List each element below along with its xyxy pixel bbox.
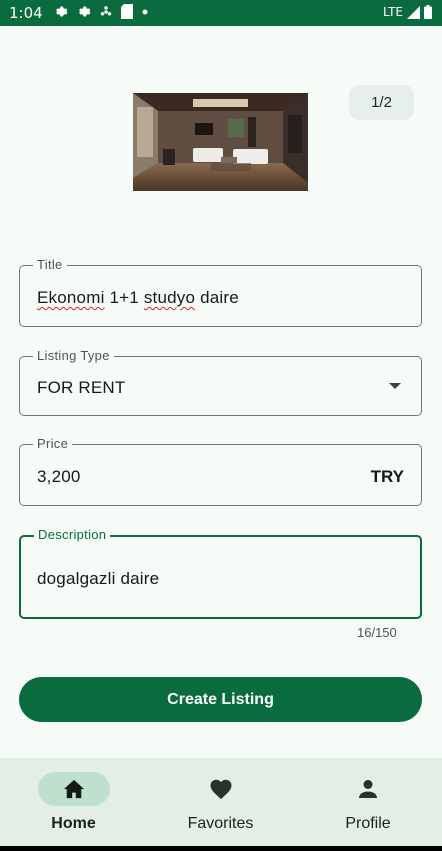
description-value[interactable]: dogalgazli daire (37, 569, 159, 589)
bottom-navigation: Home Favorites Profile (0, 758, 442, 846)
nav-profile[interactable]: Profile (294, 758, 442, 846)
gear-icon (79, 6, 91, 17)
title-field-value[interactable]: Ekonomi 1+1 studyo daire (37, 288, 239, 308)
listing-type-value: FOR RENT (37, 378, 126, 397)
nav-favorites-label: Favorites (187, 815, 254, 832)
person-icon (359, 780, 377, 798)
price-label: Price (33, 436, 73, 451)
price-value[interactable]: 3,200 (37, 467, 81, 487)
sd-card-icon (121, 4, 133, 19)
status-right: LTE (383, 5, 432, 19)
title-word-studyo: studyo (143, 288, 196, 307)
title-word-mid: 1+1 (104, 288, 144, 307)
create-listing-button[interactable]: Create Listing (19, 677, 422, 722)
description-field[interactable]: Description dogalgazli daire (19, 527, 422, 619)
title-word-end: daire (195, 288, 239, 307)
fan-icon (100, 5, 112, 15)
signal-icon (407, 5, 420, 19)
photo-counter: 1/2 (349, 85, 414, 120)
system-gesture-bar (0, 846, 442, 851)
title-field[interactable]: Title Ekonomi 1+1 studyo daire (19, 257, 422, 327)
nav-favorites-pill (185, 772, 257, 806)
nav-home[interactable]: Home (0, 758, 147, 846)
price-currency: TRY (370, 467, 404, 486)
living-room-image (133, 93, 308, 191)
price-field[interactable]: Price 3,200 TRY (19, 436, 422, 506)
listing-photo[interactable] (133, 93, 308, 191)
dropdown-arrow-icon[interactable] (389, 383, 401, 389)
heart-icon (210, 779, 231, 799)
nav-home-label: Home (51, 815, 96, 832)
home-icon (63, 779, 84, 799)
nav-profile-label: Profile (345, 815, 391, 832)
status-bar: 1:04 LTE (0, 0, 442, 26)
status-icons (53, 4, 149, 19)
status-time: 1:04 (9, 4, 43, 22)
gear-icon (56, 6, 68, 17)
title-field-label: Title (33, 257, 67, 272)
nav-favorites[interactable]: Favorites (147, 758, 294, 846)
listing-type-label: Listing Type (33, 348, 114, 363)
network-label: LTE (383, 5, 403, 19)
title-word-ekonomi: Ekonomi (37, 288, 105, 307)
nav-profile-pill (332, 772, 404, 806)
create-listing-screen: 1:04 LTE 1/2 Title Ekonomi 1+1 studyo da… (0, 0, 442, 851)
dot-icon (142, 9, 148, 14)
battery-icon (424, 5, 432, 19)
description-char-count: 16/150 (357, 625, 397, 640)
listing-type-dropdown[interactable]: Listing Type FOR RENT (19, 348, 422, 416)
description-label: Description (34, 527, 111, 542)
nav-home-pill (37, 772, 110, 806)
